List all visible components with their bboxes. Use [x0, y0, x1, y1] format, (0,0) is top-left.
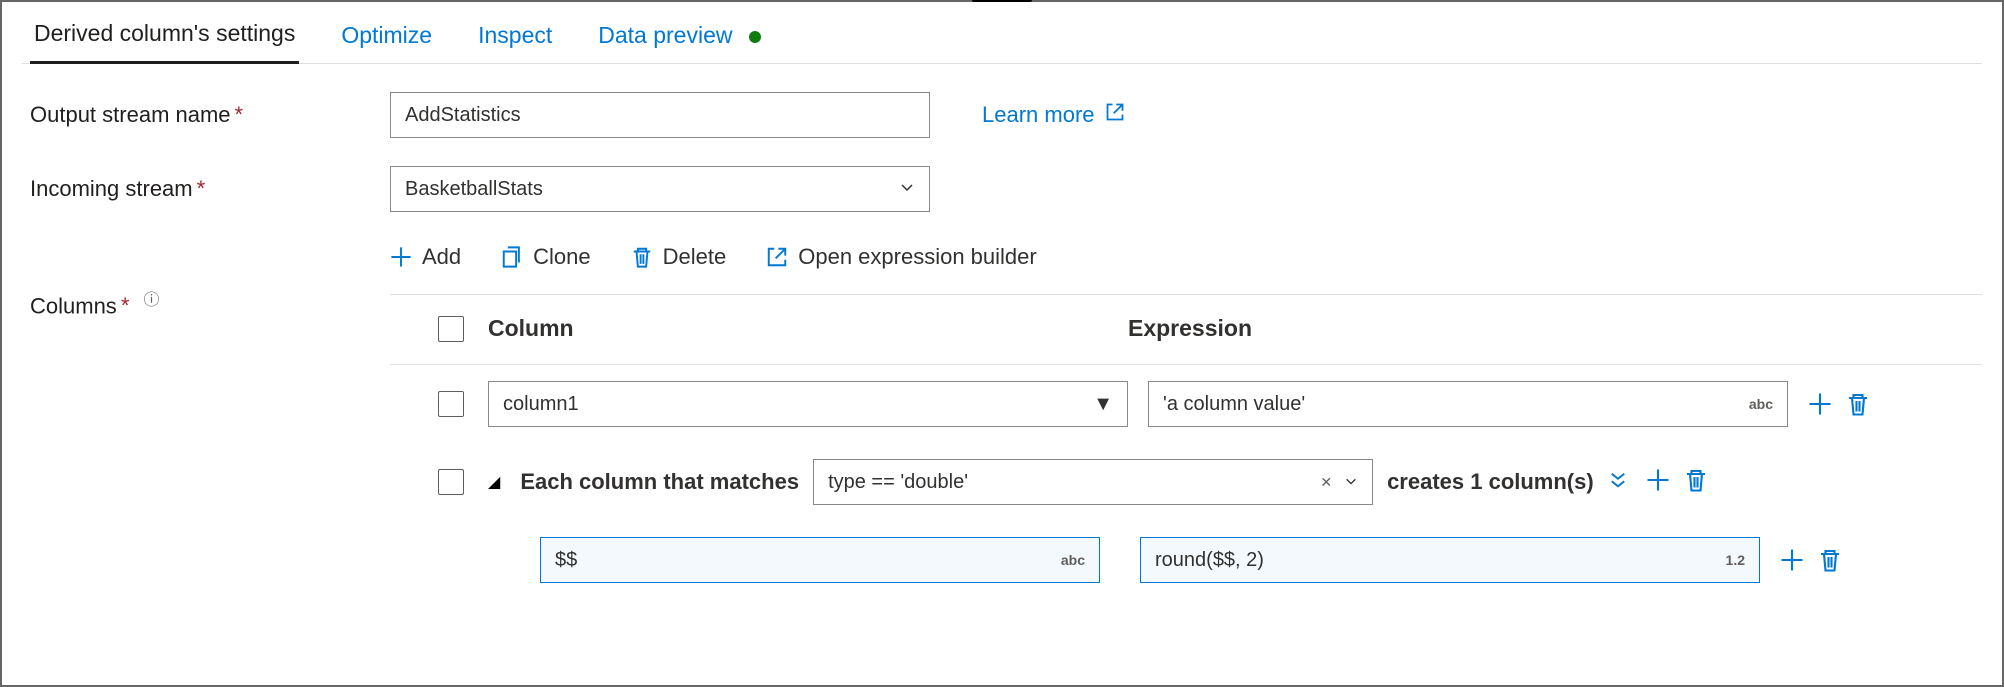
tab-bar: Derived column's settings Optimize Inspe…	[22, 2, 1982, 64]
required-asterisk: *	[121, 293, 130, 318]
pattern-name-expr-value: $$	[555, 549, 577, 572]
columns-header-row: Column Expression	[390, 295, 1982, 365]
clone-button[interactable]: Clone	[501, 244, 590, 270]
delete-row-icon[interactable]	[1818, 548, 1842, 572]
tab-data-preview-label: Data preview	[598, 22, 732, 48]
external-link-icon	[1105, 102, 1125, 128]
column-name-select[interactable]: column1 ▼	[488, 381, 1128, 427]
open-builder-label: Open expression builder	[798, 244, 1036, 270]
tab-inspect[interactable]: Inspect	[474, 22, 556, 63]
output-stream-input[interactable]	[390, 92, 930, 138]
preview-status-dot	[749, 31, 761, 43]
output-stream-label: Output stream name*	[30, 102, 390, 128]
clone-button-label: Clone	[533, 244, 590, 270]
pattern-prefix-text: Each column that matches	[520, 469, 799, 495]
tab-data-preview[interactable]: Data preview	[594, 22, 765, 63]
expression-input[interactable]: 'a column value' abc	[1148, 381, 1788, 427]
select-all-checkbox[interactable]	[438, 316, 464, 342]
required-asterisk: *	[197, 176, 206, 201]
add-row-icon[interactable]	[1780, 548, 1804, 572]
external-link-icon	[766, 246, 788, 268]
pattern-suffix-text: creates 1 column(s)	[1387, 469, 1594, 495]
type-badge: abc	[1749, 396, 1773, 412]
clear-icon[interactable]: ✕	[1320, 474, 1332, 491]
columns-label-text: Columns	[30, 293, 117, 318]
chevron-down-icon	[899, 179, 915, 200]
columns-label: Columns* ⓘ	[30, 240, 390, 319]
add-row-icon[interactable]	[1646, 468, 1670, 497]
caret-down-icon: ▼	[1093, 393, 1113, 416]
tab-settings[interactable]: Derived column's settings	[30, 20, 299, 64]
required-asterisk: *	[235, 102, 244, 127]
panel-drag-handle[interactable]	[972, 0, 1032, 2]
delete-button[interactable]: Delete	[631, 244, 727, 270]
pattern-value-expr-value: round($$, 2)	[1155, 549, 1264, 572]
learn-more-link[interactable]: Learn more	[982, 102, 1125, 128]
add-button-label: Add	[422, 244, 461, 270]
pattern-condition-input[interactable]: type == 'double' ✕	[813, 459, 1373, 505]
row-checkbox[interactable]	[438, 391, 464, 417]
row-checkbox[interactable]	[438, 469, 464, 495]
incoming-stream-value: BasketballStats	[405, 178, 543, 201]
incoming-stream-label-text: Incoming stream	[30, 176, 193, 201]
pattern-name-expression-input[interactable]: $$ abc	[540, 537, 1100, 583]
chevron-down-icon	[1344, 471, 1358, 494]
expand-double-chevron-icon[interactable]	[1608, 470, 1628, 495]
clone-icon	[501, 246, 523, 268]
tab-optimize[interactable]: Optimize	[337, 22, 436, 63]
add-button[interactable]: Add	[390, 244, 461, 270]
incoming-stream-select[interactable]: BasketballStats	[390, 166, 930, 212]
column-row: column1 ▼ 'a column value' abc	[390, 365, 1982, 443]
columns-toolbar: Add Clone Delete	[390, 240, 1982, 295]
output-stream-label-text: Output stream name	[30, 102, 231, 127]
pattern-condition-value: type == 'double'	[828, 471, 968, 494]
column-header-column: Column	[488, 315, 1128, 342]
type-badge: abc	[1061, 552, 1085, 568]
pattern-value-expression-input[interactable]: round($$, 2) 1.2	[1140, 537, 1760, 583]
pattern-sub-row: $$ abc round($$, 2) 1.2	[390, 521, 1982, 599]
incoming-stream-label: Incoming stream*	[30, 176, 390, 202]
column-header-expression: Expression	[1128, 315, 1252, 342]
info-icon[interactable]: ⓘ	[144, 292, 160, 309]
add-row-icon[interactable]	[1808, 392, 1832, 416]
delete-row-icon[interactable]	[1846, 392, 1870, 416]
pattern-rule-row: ◢ Each column that matches type == 'doub…	[390, 443, 1982, 521]
delete-row-icon[interactable]	[1684, 468, 1708, 497]
expression-value: 'a column value'	[1163, 393, 1305, 416]
open-expression-builder-button[interactable]: Open expression builder	[766, 244, 1036, 270]
type-badge: 1.2	[1726, 552, 1745, 568]
delete-button-label: Delete	[663, 244, 727, 270]
learn-more-text: Learn more	[982, 102, 1095, 128]
trash-icon	[631, 246, 653, 268]
column-name-value: column1	[503, 393, 579, 416]
expand-toggle-icon[interactable]: ◢	[488, 472, 500, 492]
plus-icon	[390, 246, 412, 268]
